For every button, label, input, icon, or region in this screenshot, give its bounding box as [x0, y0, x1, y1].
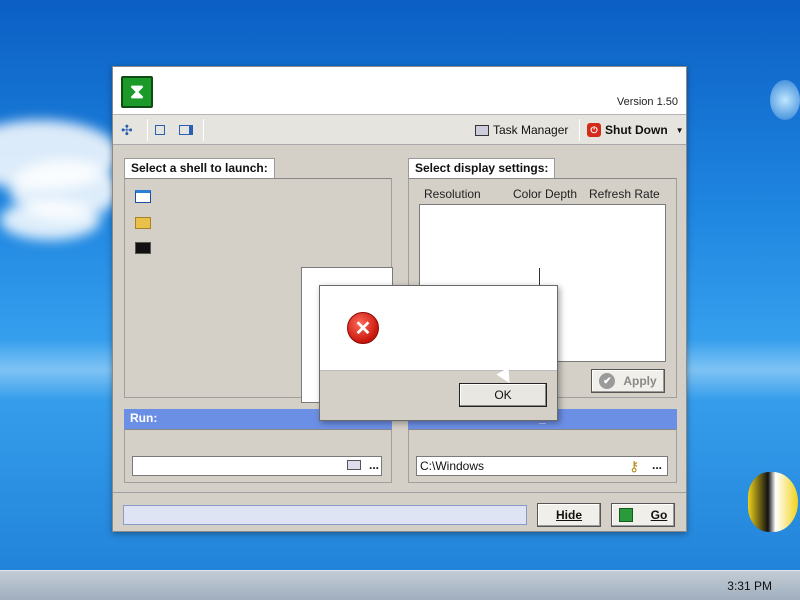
apply-button[interactable]: ✔ Apply — [591, 369, 665, 393]
panel-toggle-button[interactable] — [179, 120, 193, 140]
hourglass-icon: ⧗ — [121, 76, 153, 108]
run-input[interactable] — [132, 456, 382, 476]
taskbar: 3:31 PM — [0, 570, 800, 600]
status-field — [123, 505, 527, 525]
check-icon: ✔ — [599, 373, 616, 389]
fish-decoration — [748, 472, 798, 532]
folder-shell-item[interactable] — [135, 217, 151, 229]
chevron-down-icon: ▼ — [675, 125, 684, 135]
go-button[interactable]: Go — [611, 503, 675, 527]
window-header: ⧗ Version 1.50 — [113, 67, 686, 115]
shut-down-button[interactable]: ⏻ Shut Down ▼ — [587, 120, 684, 140]
task-manager-label: Task Manager — [493, 123, 569, 137]
display-section-title: Select display settings: — [408, 158, 556, 178]
keys-icon[interactable]: ⚷ — [629, 458, 639, 475]
folder-open-icon[interactable] — [347, 460, 361, 470]
ie-logo — [770, 80, 800, 120]
cloud-decoration — [0, 200, 100, 240]
task-manager-button[interactable]: Task Manager — [475, 120, 568, 140]
toolbar: ✣ Task Manager ⏻ Shut Down ▼ — [113, 115, 686, 145]
hide-button[interactable]: Hide — [537, 503, 601, 527]
run-browse-button[interactable]: ... — [369, 458, 379, 472]
hide-label: Hide — [555, 508, 582, 522]
network-button[interactable]: ✣ — [121, 120, 133, 140]
taskbar-clock[interactable]: 3:31 PM — [727, 579, 772, 593]
explorer-shell-item[interactable] — [135, 190, 151, 203]
error-icon: ✕ — [347, 312, 379, 344]
column-color-depth: Color Depth — [513, 187, 578, 201]
window-icon — [155, 125, 165, 135]
apply-label: Apply — [623, 374, 657, 388]
network-icon: ✣ — [121, 121, 133, 138]
shut-down-label: Shut Down — [605, 123, 668, 137]
column-resolution: Resolution — [424, 187, 481, 201]
power-icon: ⏻ — [587, 123, 601, 137]
working-directory-browse-button[interactable]: ... — [652, 458, 662, 472]
cmd-shell-item[interactable] — [135, 242, 151, 254]
restore-button[interactable] — [155, 120, 165, 140]
run-box: ... — [124, 429, 392, 483]
panel-icon — [179, 125, 193, 135]
dialog-footer: OK — [320, 370, 557, 420]
error-dialog: ✕ OK — [319, 285, 558, 421]
version-label: Version 1.50 — [616, 96, 678, 108]
go-icon — [618, 508, 633, 522]
computer-icon — [475, 124, 489, 136]
working-directory-box: C:\Windows ⚷ ... — [408, 429, 677, 483]
shell-section-title: Select a shell to launch: — [124, 158, 275, 178]
go-label: Go — [650, 508, 668, 522]
column-refresh-rate: Refresh Rate — [589, 187, 660, 201]
